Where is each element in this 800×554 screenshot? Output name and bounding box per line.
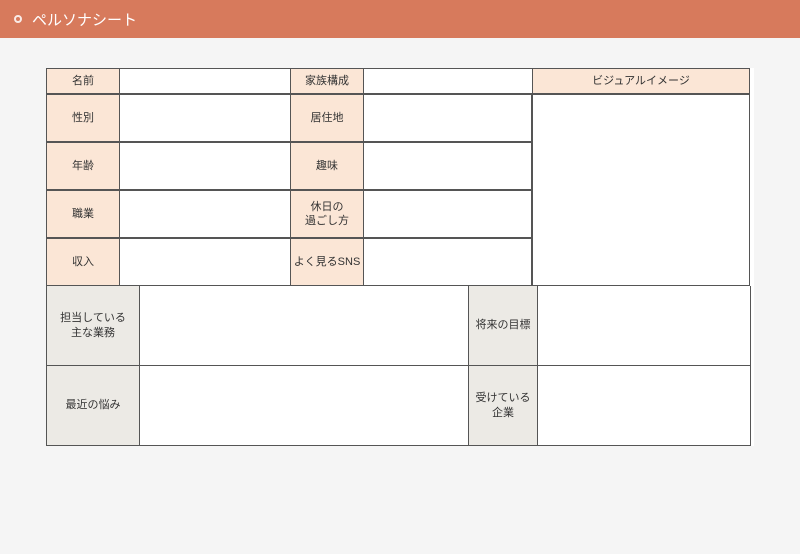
value-age[interactable] — [119, 142, 291, 190]
label-visual-image: ビジュアルイメージ — [532, 68, 750, 94]
value-name[interactable] — [119, 68, 291, 94]
label-holiday: 休日の過ごし方 — [290, 190, 364, 238]
sheet-container: 名前 家族構成 性別 居住地 年齢 趣味 — [0, 38, 800, 446]
label-gender: 性別 — [46, 94, 120, 142]
label-family: 家族構成 — [290, 68, 364, 94]
page-title: ペルソナシート — [32, 9, 137, 30]
label-future-goal: 将来の目標 — [468, 286, 538, 366]
upper-block: 名前 家族構成 性別 居住地 年齢 趣味 — [46, 68, 754, 286]
value-family[interactable] — [363, 68, 533, 94]
label-companies: 受けている企業 — [468, 366, 538, 446]
label-income: 収入 — [46, 238, 120, 286]
value-visual-image[interactable] — [531, 94, 750, 286]
value-main-duties[interactable] — [139, 286, 469, 366]
value-sns[interactable] — [363, 238, 533, 286]
header-bullet-icon — [14, 15, 22, 23]
label-main-duties: 担当している主な業務 — [46, 286, 140, 366]
label-residence: 居住地 — [290, 94, 364, 142]
value-companies[interactable] — [537, 366, 751, 446]
label-hobby: 趣味 — [290, 142, 364, 190]
value-hobby[interactable] — [363, 142, 533, 190]
value-gender[interactable] — [119, 94, 291, 142]
value-job[interactable] — [119, 190, 291, 238]
label-job: 職業 — [46, 190, 120, 238]
label-recent-worries: 最近の悩み — [46, 366, 140, 446]
lower-block: 担当している主な業務 将来の目標 最近の悩み 受けている企業 — [46, 286, 754, 446]
persona-sheet: 名前 家族構成 性別 居住地 年齢 趣味 — [46, 68, 754, 446]
value-future-goal[interactable] — [537, 286, 751, 366]
label-age: 年齢 — [46, 142, 120, 190]
label-name: 名前 — [46, 68, 120, 94]
value-income[interactable] — [119, 238, 291, 286]
value-recent-worries[interactable] — [139, 366, 469, 446]
value-holiday[interactable] — [363, 190, 533, 238]
label-sns: よく見るSNS — [290, 238, 364, 286]
value-residence[interactable] — [363, 94, 533, 142]
page-header: ペルソナシート — [0, 0, 800, 38]
